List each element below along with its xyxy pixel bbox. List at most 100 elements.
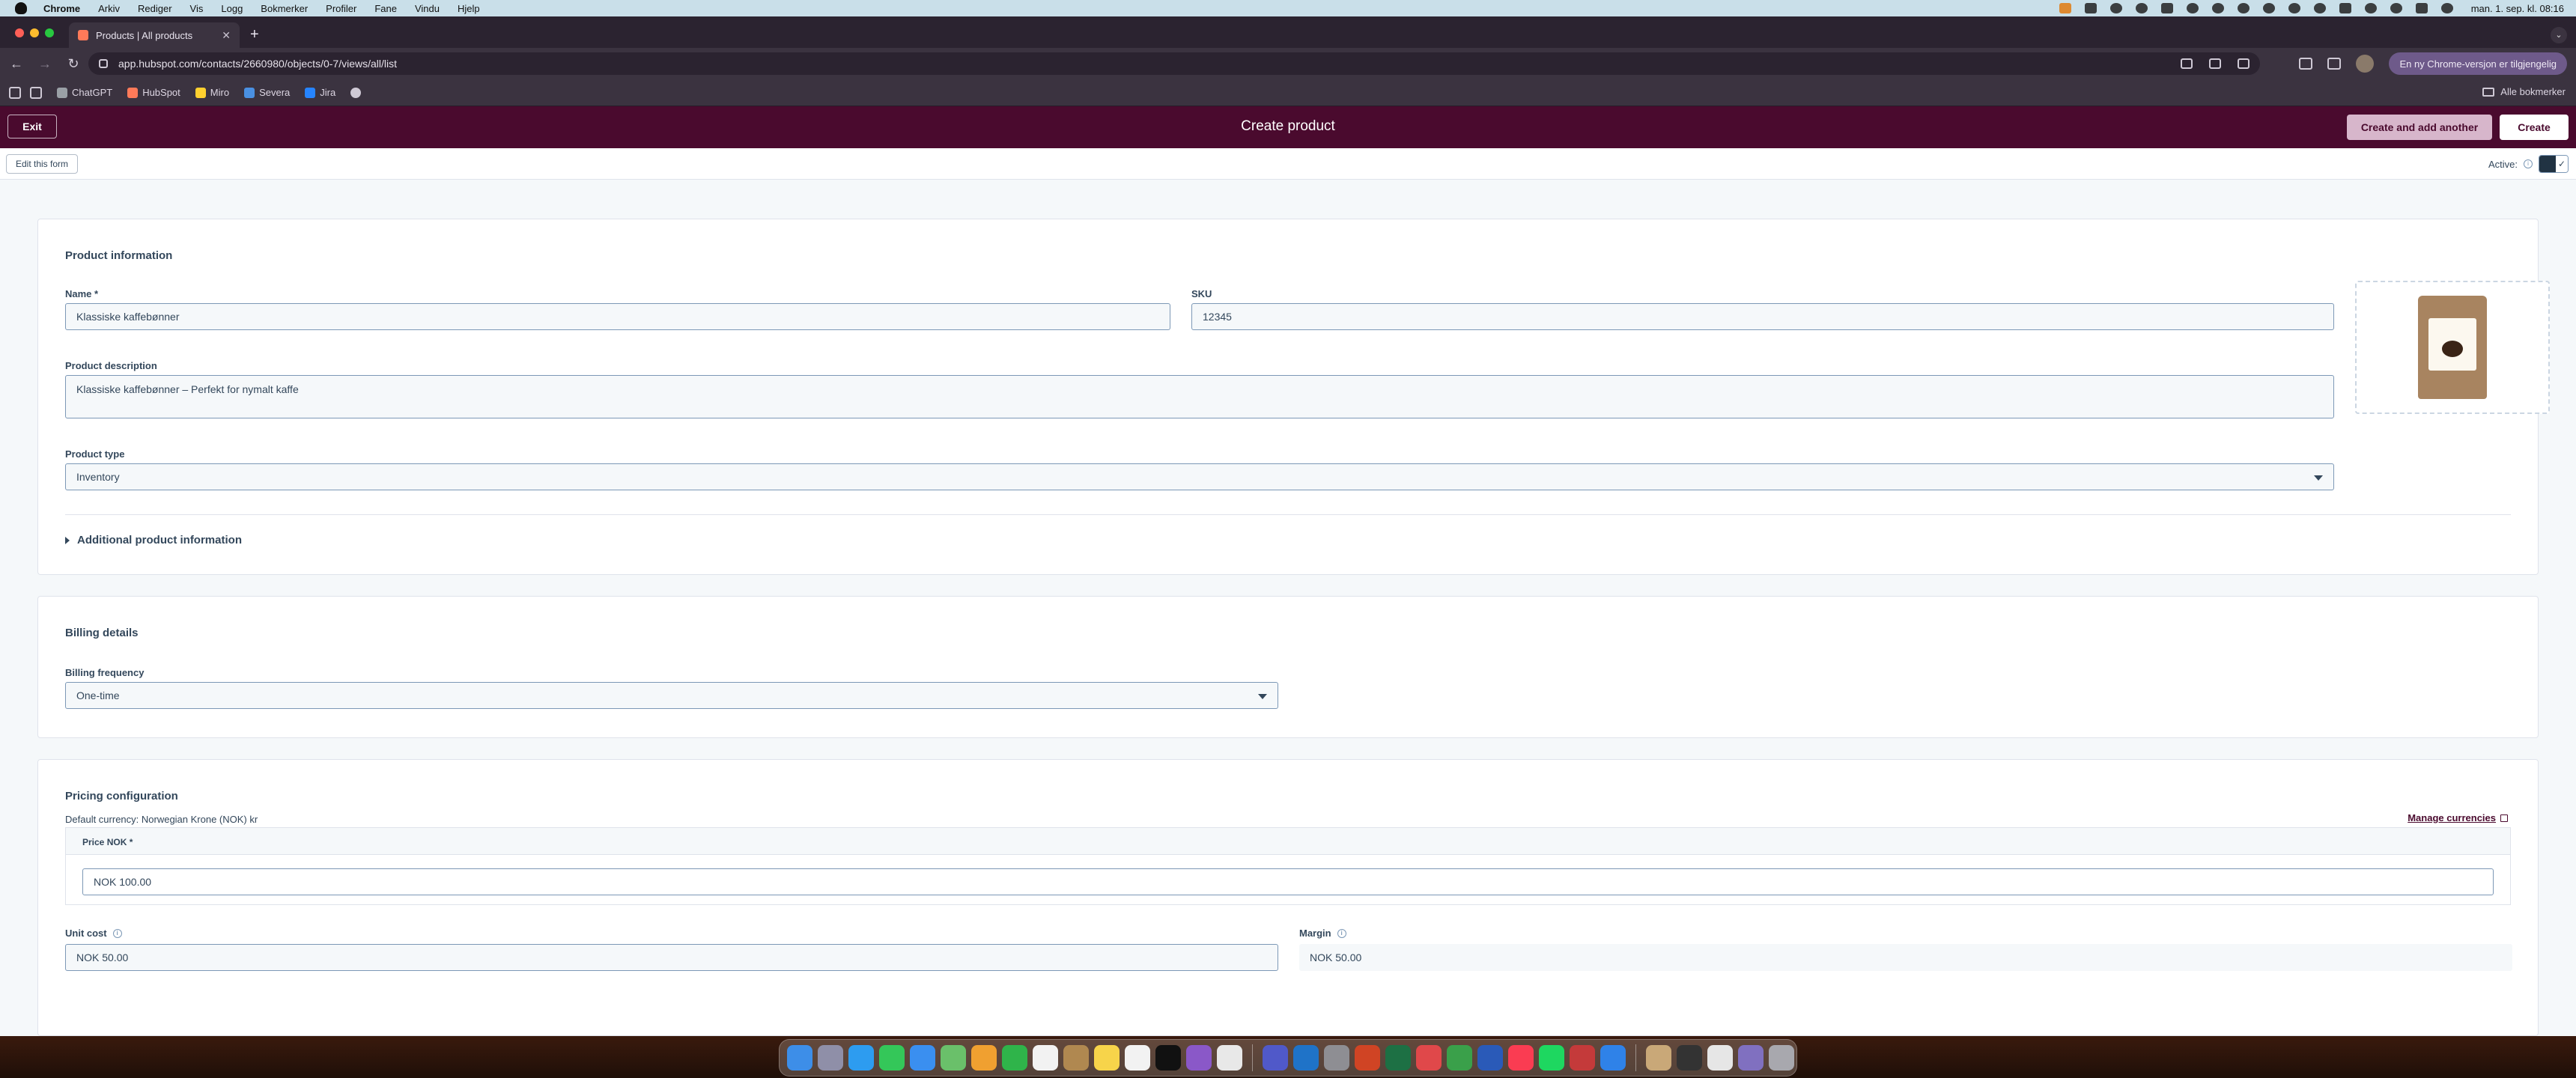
maximize-window-icon[interactable] — [45, 28, 54, 37]
menu-app-chrome[interactable]: Chrome — [43, 3, 80, 14]
dictionary-icon[interactable] — [1570, 1045, 1595, 1071]
reminders-icon[interactable] — [1125, 1045, 1150, 1071]
menu-arkiv[interactable]: Arkiv — [98, 3, 120, 14]
minimize-window-icon[interactable] — [30, 28, 39, 37]
status-app-icon[interactable] — [2186, 3, 2199, 13]
status-app-icon[interactable] — [2109, 3, 2122, 13]
xcode-icon[interactable] — [1600, 1045, 1626, 1071]
word-icon[interactable] — [1477, 1045, 1503, 1071]
menu-bokmerker[interactable]: Bokmerker — [261, 3, 308, 14]
search-icon[interactable] — [2390, 3, 2402, 13]
browser-tab[interactable]: Products | All products ✕ — [69, 22, 240, 48]
create-and-add-another-button[interactable]: Create and add another — [2347, 115, 2492, 140]
wifi-icon[interactable] — [2364, 3, 2377, 13]
back-icon[interactable]: ← — [7, 56, 25, 72]
play-icon[interactable] — [2288, 3, 2300, 13]
new-tab-icon[interactable]: + — [250, 27, 259, 42]
info-icon[interactable]: i — [1337, 928, 1346, 938]
close-window-icon[interactable] — [15, 28, 24, 37]
bookmark-miro[interactable]: Miro — [195, 87, 229, 98]
info-icon[interactable]: i — [112, 928, 122, 938]
all-bookmarks[interactable]: Alle bokmerker — [2482, 86, 2566, 97]
extensions-icon[interactable] — [2299, 58, 2313, 70]
tab-search-icon[interactable]: ⌄ — [2551, 27, 2567, 43]
product-type-select[interactable]: Inventory — [65, 463, 2334, 490]
focus-moon-icon[interactable] — [2262, 3, 2275, 13]
apps-grid-icon[interactable] — [30, 86, 42, 99]
numbers-icon[interactable] — [1447, 1045, 1472, 1071]
bookmark-globe[interactable] — [350, 87, 365, 98]
menu-fane[interactable]: Fane — [374, 3, 397, 14]
mic-indicator-icon[interactable] — [2059, 3, 2071, 13]
messages-icon[interactable] — [879, 1045, 905, 1071]
terminal-icon[interactable] — [1677, 1045, 1702, 1071]
chrome-update-button[interactable]: En ny Chrome-versjon er tilgjengelig — [2389, 52, 2567, 75]
additional-product-information-toggle[interactable]: Additional product information — [65, 534, 242, 546]
edit-this-form-button[interactable]: Edit this form — [6, 154, 78, 174]
app-icon[interactable] — [1416, 1045, 1442, 1071]
contacts-icon[interactable] — [1063, 1045, 1089, 1071]
apple-icon[interactable] — [15, 2, 27, 14]
price-nok-input[interactable]: NOK 100.00 — [82, 868, 2494, 895]
close-tab-icon[interactable]: ✕ — [222, 29, 231, 42]
downloads-stack-icon[interactable] — [1707, 1045, 1733, 1071]
user-icon[interactable] — [2313, 3, 2326, 13]
product-description-input[interactable]: Klassiske kaffebønner – Perfekt for nyma… — [65, 375, 2334, 418]
control-center-icon[interactable] — [2415, 3, 2428, 13]
reload-icon[interactable]: ↻ — [64, 56, 82, 72]
notes-icon[interactable] — [1094, 1045, 1120, 1071]
menu-rediger[interactable]: Rediger — [138, 3, 172, 14]
info-icon[interactable]: i — [2524, 159, 2533, 168]
music-icon[interactable] — [1508, 1045, 1534, 1071]
bookmark-hubspot[interactable]: HubSpot — [127, 87, 180, 98]
facetime-icon[interactable] — [1002, 1045, 1027, 1071]
address-bar[interactable]: app.hubspot.com/contacts/2660980/objects… — [88, 52, 2260, 75]
maps-icon[interactable] — [941, 1045, 966, 1071]
sidebar-toggle-icon[interactable] — [9, 86, 21, 99]
bookmark-chatgpt[interactable]: ChatGPT — [57, 87, 112, 98]
preview-icon[interactable] — [1646, 1045, 1671, 1071]
menubar-clock[interactable]: man. 1. sep. kl. 08:16 — [2471, 3, 2564, 14]
mail-icon[interactable] — [910, 1045, 935, 1071]
safari-icon[interactable] — [848, 1045, 874, 1071]
status-app-icon[interactable] — [2160, 3, 2173, 13]
excel-icon[interactable] — [1385, 1045, 1411, 1071]
name-input[interactable]: Klassiske kaffebønner — [65, 303, 1170, 330]
powerpoint-icon[interactable] — [1355, 1045, 1380, 1071]
status-app-icon[interactable] — [2084, 3, 2097, 13]
create-button[interactable]: Create — [2500, 115, 2569, 140]
status-app-icon[interactable] — [2135, 3, 2148, 13]
active-toggle[interactable]: ✓ — [2539, 155, 2569, 173]
siri-icon[interactable] — [2440, 3, 2453, 13]
chrome-icon[interactable] — [1217, 1045, 1242, 1071]
status-app-icon[interactable] — [2211, 3, 2224, 13]
translate-icon[interactable] — [2181, 58, 2193, 69]
forward-icon[interactable]: → — [36, 56, 54, 72]
status-app-icon[interactable] — [2237, 3, 2250, 13]
menu-vis[interactable]: Vis — [190, 3, 204, 14]
billing-frequency-select[interactable]: One-time — [65, 682, 1278, 709]
documents-stack-icon[interactable] — [1738, 1045, 1764, 1071]
menu-logg[interactable]: Logg — [221, 3, 243, 14]
finder-icon[interactable] — [787, 1045, 812, 1071]
tv-icon[interactable] — [1155, 1045, 1181, 1071]
site-info-icon[interactable] — [99, 59, 108, 68]
manage-currencies-link[interactable]: Manage currencies — [2408, 812, 2508, 823]
outlook-icon[interactable] — [1293, 1045, 1319, 1071]
bookmark-star-icon[interactable] — [2238, 58, 2250, 69]
menu-hjelp[interactable]: Hjelp — [458, 3, 480, 14]
battery-icon[interactable] — [2339, 3, 2351, 13]
bookmark-severa[interactable]: Severa — [244, 87, 290, 98]
bookmark-jira[interactable]: Jira — [305, 87, 335, 98]
settings-icon[interactable] — [1324, 1045, 1349, 1071]
menu-profiler[interactable]: Profiler — [326, 3, 356, 14]
menu-vindu[interactable]: Vindu — [415, 3, 440, 14]
launchpad-icon[interactable] — [818, 1045, 843, 1071]
sku-input[interactable]: 12345 — [1191, 303, 2334, 330]
unit-cost-input[interactable]: NOK 50.00 — [65, 944, 1278, 971]
product-image-upload[interactable] — [2355, 281, 2550, 414]
podcasts-icon[interactable] — [1186, 1045, 1212, 1071]
url-text[interactable]: app.hubspot.com/contacts/2660980/objects… — [118, 58, 397, 70]
spotify-icon[interactable] — [1539, 1045, 1564, 1071]
calendar-icon[interactable] — [1033, 1045, 1058, 1071]
